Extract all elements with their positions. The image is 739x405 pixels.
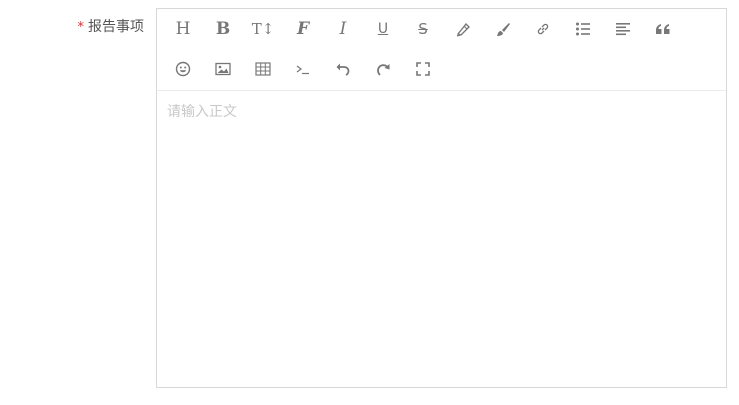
image-button[interactable] <box>203 49 243 89</box>
table-icon <box>255 61 271 77</box>
font-size-button[interactable]: T↕ <box>243 9 283 49</box>
italic-button[interactable]: I <box>323 9 363 49</box>
underline-button[interactable]: U <box>363 9 403 49</box>
code-icon <box>295 61 311 77</box>
fullscreen-icon <box>415 61 431 77</box>
table-button[interactable] <box>243 49 283 89</box>
editor-content-area[interactable]: 请输入正文 <box>157 91 726 387</box>
rich-text-editor: H B T↕ F I U S 请输入正文 <box>156 8 727 388</box>
heading-button[interactable]: H <box>163 9 203 49</box>
font-size-icon: T↕ <box>251 19 275 38</box>
bold-button[interactable]: B <box>203 9 243 49</box>
report-items-label: * 报告事项 <box>0 17 145 38</box>
label-text: 报告事项 <box>88 19 144 35</box>
toolbar-row-1: H B T↕ F I U S <box>163 9 726 49</box>
text-color-icon <box>455 21 471 37</box>
heading-icon: H <box>175 18 191 39</box>
quote-button[interactable] <box>643 9 683 49</box>
report-items-form-row: * 报告事项 H B T↕ F I U S 请输入正文 <box>0 0 739 405</box>
undo-button[interactable] <box>323 49 363 89</box>
font-family-button[interactable]: F <box>283 9 323 49</box>
image-icon <box>215 61 231 77</box>
code-button[interactable] <box>283 49 323 89</box>
toolbar-row-2 <box>163 49 726 89</box>
editor-toolbar: H B T↕ F I U S <box>157 9 726 91</box>
justify-button[interactable] <box>603 9 643 49</box>
justify-icon <box>615 21 631 37</box>
list-button[interactable] <box>563 9 603 49</box>
bold-icon: B <box>215 18 231 39</box>
font-family-icon: F <box>296 18 310 39</box>
link-button[interactable] <box>523 9 563 49</box>
link-icon <box>535 21 551 37</box>
redo-button[interactable] <box>363 49 403 89</box>
background-color-icon <box>495 21 511 37</box>
emoticon-icon <box>175 61 191 77</box>
required-mark: * <box>77 20 85 35</box>
italic-icon: I <box>339 18 347 39</box>
text-color-button[interactable] <box>443 9 483 49</box>
redo-icon <box>375 61 391 77</box>
fullscreen-button[interactable] <box>403 49 443 89</box>
strikethrough-button[interactable]: S <box>403 9 443 49</box>
underline-icon: U <box>377 21 389 37</box>
list-icon <box>575 21 591 37</box>
quote-icon <box>655 21 671 37</box>
strikethrough-icon: S <box>418 19 428 38</box>
undo-icon <box>335 61 351 77</box>
background-color-button[interactable] <box>483 9 523 49</box>
emoticon-button[interactable] <box>163 49 203 89</box>
editor-placeholder: 请输入正文 <box>167 104 237 120</box>
